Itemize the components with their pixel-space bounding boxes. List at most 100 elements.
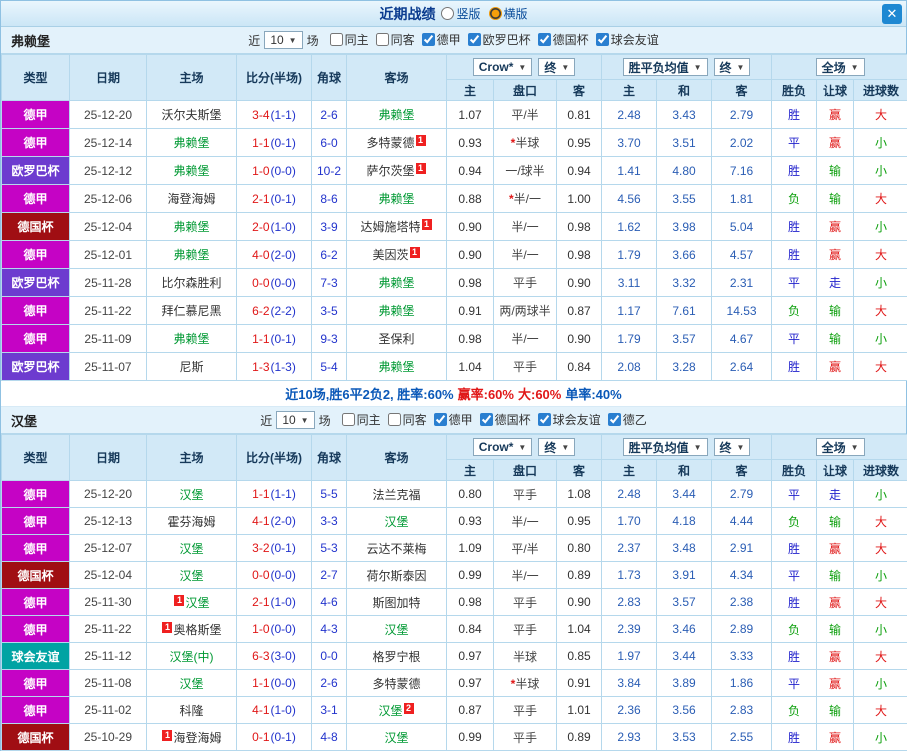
euro-stage-dropdown[interactable]: 终 ▼ bbox=[713, 438, 751, 456]
home-team-cell[interactable]: 汉堡(中) bbox=[146, 642, 237, 670]
home-team-cell[interactable]: 1 海登海姆 bbox=[146, 723, 237, 751]
checkbox-input[interactable] bbox=[387, 413, 401, 426]
away-team-cell[interactable]: 格罗宁根 bbox=[346, 642, 447, 670]
team-name-link[interactable]: 弗赖堡 bbox=[378, 304, 414, 318]
checkbox-input[interactable] bbox=[607, 413, 621, 426]
home-team-cell[interactable]: 拜仁慕尼黑 bbox=[146, 296, 237, 325]
radio-input[interactable] bbox=[441, 7, 455, 20]
away-team-cell[interactable]: 汉堡 bbox=[346, 723, 447, 751]
checkbox-input[interactable] bbox=[595, 33, 609, 46]
away-team-cell[interactable]: 弗赖堡 bbox=[346, 352, 447, 381]
checkbox-input[interactable] bbox=[479, 413, 493, 426]
filter-checkbox[interactable]: 同主 bbox=[341, 411, 381, 428]
team-name-link[interactable]: 海登海姆 bbox=[167, 192, 215, 206]
checkbox-input[interactable] bbox=[329, 33, 343, 46]
league-type-badge[interactable]: 德甲 bbox=[1, 480, 70, 508]
scope-dropdown[interactable]: 全场 ▼ bbox=[815, 438, 865, 456]
team-name-link[interactable]: 荷尔斯泰因 bbox=[366, 569, 426, 583]
away-team-cell[interactable]: 法兰克福 bbox=[346, 480, 447, 508]
home-team-cell[interactable]: 汉堡 bbox=[146, 480, 237, 508]
league-type-badge[interactable]: 欧罗巴杯 bbox=[1, 156, 70, 185]
team-name-link[interactable]: 汉堡 bbox=[384, 515, 408, 529]
away-team-cell[interactable]: 萨尔茨堡 1 bbox=[346, 156, 447, 185]
away-team-cell[interactable]: 弗赖堡 bbox=[346, 184, 447, 213]
checkbox-input[interactable] bbox=[341, 413, 355, 426]
team-name-link[interactable]: 弗赖堡 bbox=[173, 164, 209, 178]
filter-checkbox[interactable]: 同主 bbox=[329, 31, 369, 48]
team-name-link[interactable]: 汉堡 bbox=[179, 569, 203, 583]
home-team-cell[interactable]: 弗赖堡 bbox=[146, 240, 237, 269]
team-name-link[interactable]: 多特蒙德 bbox=[372, 677, 420, 691]
away-team-cell[interactable]: 多特蒙德 1 bbox=[346, 128, 447, 157]
away-team-cell[interactable]: 弗赖堡 bbox=[346, 268, 447, 297]
checkbox-input[interactable] bbox=[421, 33, 435, 46]
team-name-link[interactable]: 科隆 bbox=[179, 704, 203, 718]
away-team-cell[interactable]: 达姆施塔特 1 bbox=[346, 212, 447, 241]
team-name-link[interactable]: 法兰克福 bbox=[372, 488, 420, 502]
checkbox-input[interactable] bbox=[537, 33, 551, 46]
league-type-badge[interactable]: 德甲 bbox=[1, 615, 70, 643]
league-type-badge[interactable]: 德甲 bbox=[1, 100, 70, 129]
team-name-link[interactable]: 弗赖堡 bbox=[173, 220, 209, 234]
team-name-link[interactable]: 尼斯 bbox=[179, 360, 203, 374]
odds-stage-dropdown[interactable]: 终 ▼ bbox=[538, 438, 576, 456]
league-type-badge[interactable]: 德甲 bbox=[1, 534, 70, 562]
league-type-badge[interactable]: 球会友谊 bbox=[1, 642, 70, 670]
team-name-link[interactable]: 汉堡 bbox=[185, 596, 209, 610]
team-name-link[interactable]: 弗赖堡 bbox=[173, 332, 209, 346]
home-team-cell[interactable]: 汉堡 bbox=[146, 561, 237, 589]
filter-checkbox[interactable]: 欧罗巴杯 bbox=[467, 31, 531, 48]
away-team-cell[interactable]: 汉堡 bbox=[346, 615, 447, 643]
home-team-cell[interactable]: 海登海姆 bbox=[146, 184, 237, 213]
league-type-badge[interactable]: 德甲 bbox=[1, 296, 70, 325]
league-type-badge[interactable]: 德国杯 bbox=[1, 212, 70, 241]
away-team-cell[interactable]: 美因茨 1 bbox=[346, 240, 447, 269]
recent-count-dropdown[interactable]: 10 ▼ bbox=[264, 31, 303, 49]
team-name-link[interactable]: 弗赖堡 bbox=[378, 360, 414, 374]
team-name-link[interactable]: 多特蒙德 bbox=[366, 136, 414, 150]
home-team-cell[interactable]: 弗赖堡 bbox=[146, 212, 237, 241]
team-name-link[interactable]: 格罗宁根 bbox=[372, 650, 420, 664]
team-name-link[interactable]: 汉堡 bbox=[179, 677, 203, 691]
away-team-cell[interactable]: 斯图加特 bbox=[346, 588, 447, 616]
filter-checkbox[interactable]: 德国杯 bbox=[537, 31, 589, 48]
odds-stage-dropdown[interactable]: 终 ▼ bbox=[538, 58, 576, 76]
team-name-link[interactable]: 霍芬海姆 bbox=[167, 515, 215, 529]
league-type-badge[interactable]: 德国杯 bbox=[1, 561, 70, 589]
home-team-cell[interactable]: 尼斯 bbox=[146, 352, 237, 381]
checkbox-input[interactable] bbox=[537, 413, 551, 426]
team-name-link[interactable]: 海登海姆 bbox=[173, 731, 221, 745]
league-type-badge[interactable]: 德甲 bbox=[1, 240, 70, 269]
team-name-link[interactable]: 汉堡 bbox=[179, 542, 203, 556]
home-team-cell[interactable]: 1 汉堡 bbox=[146, 588, 237, 616]
team-name-link[interactable]: 弗赖堡 bbox=[378, 192, 414, 206]
league-type-badge[interactable]: 欧罗巴杯 bbox=[1, 352, 70, 381]
team-name-link[interactable]: 奥格斯堡 bbox=[173, 623, 221, 637]
league-type-badge[interactable]: 德甲 bbox=[1, 588, 70, 616]
team-name-link[interactable]: 汉堡 bbox=[179, 488, 203, 502]
league-type-badge[interactable]: 欧罗巴杯 bbox=[1, 268, 70, 297]
league-type-badge[interactable]: 德甲 bbox=[1, 324, 70, 353]
away-team-cell[interactable]: 多特蒙德 bbox=[346, 669, 447, 697]
team-name-link[interactable]: 汉堡 bbox=[384, 731, 408, 745]
filter-checkbox[interactable]: 同客 bbox=[387, 411, 427, 428]
home-team-cell[interactable]: 比尔森胜利 bbox=[146, 268, 237, 297]
filter-checkbox[interactable]: 德甲 bbox=[433, 411, 473, 428]
home-team-cell[interactable]: 汉堡 bbox=[146, 534, 237, 562]
league-type-badge[interactable]: 德甲 bbox=[1, 184, 70, 213]
team-name-link[interactable]: 萨尔茨堡 bbox=[366, 164, 414, 178]
scope-dropdown[interactable]: 全场 ▼ bbox=[815, 58, 865, 76]
team-name-link[interactable]: 弗赖堡 bbox=[378, 108, 414, 122]
team-name-link[interactable]: 汉堡 bbox=[378, 704, 402, 718]
away-team-cell[interactable]: 弗赖堡 bbox=[346, 296, 447, 325]
league-type-badge[interactable]: 德甲 bbox=[1, 507, 70, 535]
euro-stage-dropdown[interactable]: 终 ▼ bbox=[713, 58, 751, 76]
league-type-badge[interactable]: 德国杯 bbox=[1, 723, 70, 751]
home-team-cell[interactable]: 弗赖堡 bbox=[146, 156, 237, 185]
away-team-cell[interactable]: 汉堡 2 bbox=[346, 696, 447, 724]
team-name-link[interactable]: 圣保利 bbox=[378, 332, 414, 346]
filter-checkbox[interactable]: 球会友谊 bbox=[595, 31, 659, 48]
away-team-cell[interactable]: 汉堡 bbox=[346, 507, 447, 535]
away-team-cell[interactable]: 荷尔斯泰因 bbox=[346, 561, 447, 589]
away-team-cell[interactable]: 圣保利 bbox=[346, 324, 447, 353]
